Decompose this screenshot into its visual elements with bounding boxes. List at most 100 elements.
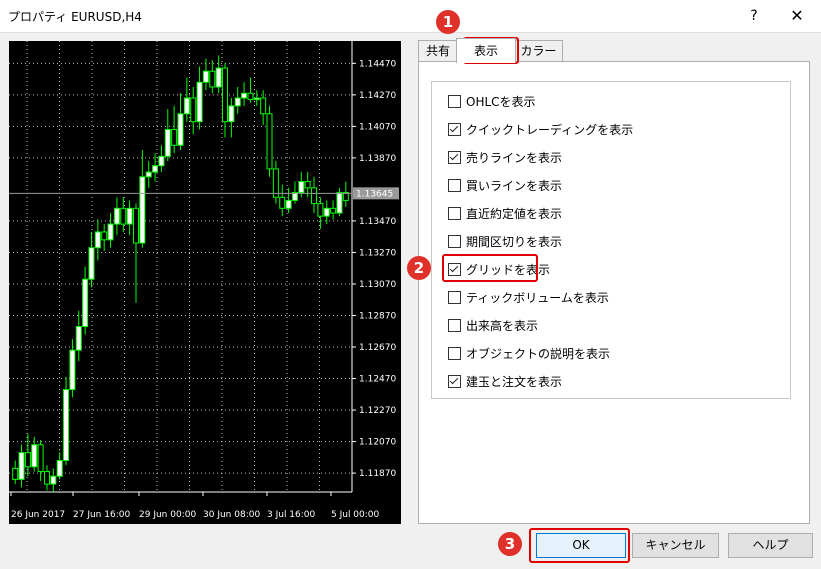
y-tick-label: 1.12470 <box>359 375 396 385</box>
candle-body <box>266 113 273 170</box>
option-label: 買いラインを表示 <box>466 178 563 193</box>
checkbox[interactable] <box>448 318 461 332</box>
y-tick-label: 1.12670 <box>359 343 396 353</box>
option-row[interactable]: 買いラインを表示 <box>448 177 562 193</box>
candle-body <box>253 97 260 101</box>
option-row[interactable]: 建玉と注文を表示 <box>448 373 562 389</box>
chart-preview: 1.14470 1.14270 1.14070 1.13870 1.13470 1.132… <box>9 41 401 524</box>
checkbox[interactable] <box>448 346 461 360</box>
candle-body <box>215 67 222 88</box>
x-tick-label: 3 Jul 16:00 <box>267 510 316 520</box>
candle-body <box>152 165 159 173</box>
candle-body <box>107 223 114 241</box>
tab-color[interactable]: カラー <box>514 40 563 61</box>
x-tick-label: 29 Jun 00:00 <box>139 510 196 520</box>
candle-body <box>317 203 324 217</box>
window-title: プロパティ EURUSD,H4 <box>8 10 142 24</box>
option-row[interactable]: 期間区切りを表示 <box>448 233 562 249</box>
option-row[interactable]: 出来高を表示 <box>448 317 538 333</box>
candle-body <box>126 207 133 225</box>
candle-body <box>12 467 19 480</box>
y-tick-label: 1.12070 <box>359 438 396 448</box>
option-row[interactable]: クイックトレーディングを表示 <box>448 121 633 137</box>
candle-body <box>196 81 203 123</box>
candle-body <box>298 181 305 194</box>
candle-body <box>18 452 25 480</box>
candle-body <box>260 97 267 115</box>
x-tick-label: 5 Jul 00:00 <box>331 510 380 520</box>
option-label: ティックボリュームを表示 <box>466 290 609 305</box>
option-row[interactable]: 売りラインを表示 <box>448 149 562 165</box>
candle-body <box>75 326 82 351</box>
option-row[interactable]: 直近約定値を表示 <box>448 205 562 221</box>
candle-body <box>82 278 89 328</box>
candle-body <box>202 70 209 83</box>
checkbox-checked[interactable] <box>448 374 461 388</box>
checkbox-checked[interactable] <box>448 150 461 164</box>
option-label: OHLCを表示 <box>466 94 536 109</box>
candle-body <box>31 444 38 468</box>
help-icon[interactable]: ? <box>744 6 764 26</box>
option-label: 出来高を表示 <box>466 318 539 333</box>
candle-body <box>88 247 95 280</box>
x-tick-label: 27 Jun 16:00 <box>73 510 130 520</box>
candle-body <box>190 97 197 123</box>
option-label: 売りラインを表示 <box>466 150 563 165</box>
candle-body <box>24 452 31 468</box>
option-label: オブジェクトの説明を表示 <box>466 346 611 361</box>
annotation-box-ok <box>529 528 630 563</box>
candle-body <box>241 92 248 99</box>
candle-body <box>37 444 44 473</box>
option-row[interactable]: オブジェクトの説明を表示 <box>448 345 610 361</box>
chart-svg: 1.14470 1.14270 1.14070 1.13870 1.13470 1.132… <box>9 41 399 520</box>
candle-body <box>228 105 235 123</box>
candle-body <box>43 471 50 485</box>
cancel-button[interactable]: キャンセル <box>632 533 719 558</box>
candle-body <box>101 231 108 241</box>
annotation-box-grid <box>442 254 538 282</box>
checkbox[interactable] <box>448 94 461 108</box>
checkbox[interactable] <box>448 178 461 192</box>
candle-body <box>323 207 330 217</box>
y-tick-label: 1.13470 <box>359 217 396 227</box>
checkbox[interactable] <box>448 290 461 304</box>
candle-body <box>94 231 101 249</box>
candle-body <box>285 199 292 209</box>
candle-body <box>171 129 178 146</box>
option-label: クイックトレーディングを表示 <box>466 122 634 137</box>
y-tick-label: 1.14070 <box>359 122 396 132</box>
tab-display[interactable]: 表示 <box>456 38 516 63</box>
close-icon[interactable]: ✕ <box>786 6 808 26</box>
candle-body <box>209 70 216 88</box>
x-tick-label: 30 Jun 08:00 <box>203 510 260 520</box>
step-badge-3: 3 <box>498 532 522 556</box>
candle-body <box>120 207 127 225</box>
option-label: 建玉と注文を表示 <box>466 374 563 389</box>
candle-body <box>311 187 318 205</box>
candle-body <box>50 475 57 485</box>
option-label: 期間区切りを表示 <box>466 234 563 249</box>
checkbox-checked[interactable] <box>448 122 461 136</box>
y-tick-label: 1.11870 <box>359 469 396 479</box>
y-tick-label: 1.13070 <box>359 280 396 290</box>
step-badge-1: 1 <box>436 10 460 34</box>
candle-body <box>336 192 343 214</box>
option-row[interactable]: ティックボリュームを表示 <box>448 289 609 305</box>
candle-body <box>139 176 146 244</box>
candle-body <box>183 97 190 115</box>
help-button[interactable]: ヘルプ <box>728 533 813 558</box>
option-row[interactable]: OHLCを表示 <box>448 93 536 109</box>
step-badge-2: 2 <box>407 256 431 280</box>
checkbox[interactable] <box>448 234 461 248</box>
candle-body <box>177 113 184 146</box>
candle-body <box>222 67 229 123</box>
candle-body <box>56 459 63 477</box>
option-label: 直近約定値を表示 <box>466 206 563 221</box>
candle-body <box>145 171 152 178</box>
checkbox[interactable] <box>448 206 461 220</box>
candle-body <box>279 196 286 209</box>
candle-body <box>330 207 337 214</box>
candle-body <box>63 389 70 461</box>
y-tick-label: 1.12270 <box>359 406 396 416</box>
tab-common[interactable]: 共有 <box>418 40 458 61</box>
